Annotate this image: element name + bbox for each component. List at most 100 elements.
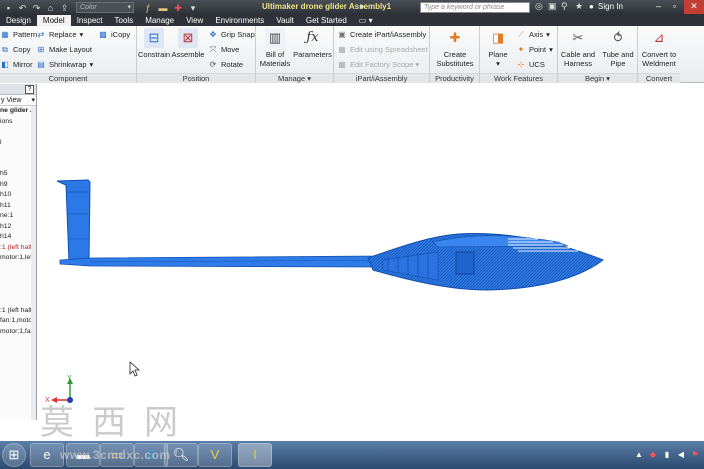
tail-fin[interactable]	[56, 179, 91, 263]
axis-label: Axis	[529, 30, 544, 39]
axis-icon: ⟋	[518, 30, 524, 39]
key-icon[interactable]: ⚲	[561, 1, 568, 12]
create-substitutes-button[interactable]: ✚ Create Substitutes	[433, 26, 477, 68]
appearance-icon[interactable]: ✚	[172, 3, 184, 13]
expand-icon[interactable]: ▸	[360, 1, 365, 12]
pattern-button[interactable]: ▦ Pattern	[0, 29, 37, 40]
bill-of-materials-button[interactable]: ▥ Bill of Materials	[258, 26, 292, 68]
constrain-button[interactable]: ⊟ Constrain	[138, 26, 170, 59]
tab-tools[interactable]: Tools	[109, 15, 140, 26]
panel-ipart: ▣ Create iPart/iAssembly ▦ Edit using Spre…	[334, 26, 430, 83]
chevron-down-icon: ▾	[127, 4, 131, 11]
tray-up-icon[interactable]: ▲	[634, 450, 644, 460]
convert-label-line1: Convert to	[641, 50, 677, 59]
tray-network-icon[interactable]: ▮	[662, 450, 672, 460]
user-icon[interactable]: ●	[589, 2, 597, 12]
cable-harness-button[interactable]: ✂ Cable and Harness	[559, 26, 597, 68]
maximize-icon[interactable]: ▫	[668, 0, 681, 14]
rotate-label: Rotate	[221, 60, 244, 69]
mirror-button[interactable]: ◧ Mirror	[0, 59, 32, 70]
bookmark-icon[interactable]: ▣	[548, 1, 557, 12]
chevron-down-icon: ▾	[31, 97, 35, 104]
tab-vault[interactable]: Vault	[270, 15, 300, 26]
move-button[interactable]: ⤧ Move	[208, 44, 240, 55]
tab-get-started[interactable]: Get Started	[300, 15, 353, 26]
tube-pipe-button[interactable]: ⥀ Tube and Pipe	[599, 26, 637, 68]
ribbon-options-icon[interactable]: ▭ ▾	[359, 15, 373, 26]
copy-button[interactable]: ⧉ Copy	[0, 44, 30, 55]
edit-factory-scope-button[interactable]: ▦ Edit Factory Scope ▾	[337, 59, 419, 70]
point-icon: ✦	[517, 45, 525, 54]
minimize-icon[interactable]: –	[652, 0, 665, 14]
tray-app-icon[interactable]: ◆	[648, 450, 658, 460]
point-button[interactable]: ✦ Point ▾	[516, 44, 553, 55]
panel-title-manage[interactable]: Manage ▾	[256, 73, 333, 83]
create-ipart-label: Create iPart/iAssembly	[350, 30, 427, 39]
home-icon[interactable]: ⌂	[45, 3, 56, 13]
tab-environments[interactable]: Environments	[209, 15, 270, 26]
edit-spreadsheet-button[interactable]: ▦ Edit using Spreadsheet	[337, 44, 427, 55]
shrinkwrap-button[interactable]: ▤ Shrinkwrap ▾	[36, 59, 93, 70]
panel-title-position: Position	[137, 73, 255, 83]
panel-title-begin[interactable]: Begin ▾	[558, 73, 637, 83]
grip-snap-button[interactable]: ✥ Grip Snap	[208, 29, 255, 40]
browser-scrollbar[interactable]	[31, 106, 36, 420]
panel-title-productivity: Productivity	[430, 73, 479, 83]
chevron-down-icon: ▾	[415, 60, 420, 69]
tab-manage[interactable]: Manage	[139, 15, 180, 26]
close-icon[interactable]: ✕	[684, 0, 704, 14]
make-layout-button[interactable]: ⊞ Make Layout	[36, 44, 92, 55]
tray-flag-icon[interactable]: ⚑	[690, 450, 700, 460]
glider-model[interactable]: Y X	[38, 84, 704, 420]
axis-button[interactable]: ⟋ Axis ▾	[516, 29, 550, 40]
graphics-viewport[interactable]: Y X	[38, 84, 704, 420]
tab-view[interactable]: View	[180, 15, 209, 26]
tube-label-line1: Tube and	[602, 50, 634, 59]
new-icon[interactable]: ▪	[3, 3, 14, 13]
search-input[interactable]: Type a keyword or phrase	[420, 2, 530, 13]
star-icon[interactable]: ★	[575, 1, 583, 12]
panel-title-work-features: Work Features	[480, 73, 557, 83]
color-select[interactable]: Color ▾	[76, 2, 134, 13]
chevron-down-icon: ▾	[496, 59, 500, 68]
search-placeholder: Type a keyword or phrase	[424, 4, 505, 11]
help-icon[interactable]: ?	[25, 85, 34, 94]
fx-icon[interactable]: ƒ	[142, 3, 154, 13]
taskbar-ie-icon[interactable]: e	[30, 443, 64, 467]
create-ipart-button[interactable]: ▣ Create iPart/iAssembly	[337, 29, 426, 40]
undo-icon[interactable]: ↶	[17, 3, 28, 13]
update-icon[interactable]: ▾	[187, 3, 199, 13]
return-icon[interactable]: ⇪	[59, 3, 70, 13]
move-icon: ⤧	[209, 45, 217, 54]
replace-button[interactable]: ⇄ Replace ▾	[36, 29, 84, 40]
tab-inspect[interactable]: Inspect	[71, 15, 109, 26]
material-icon[interactable]: ▬	[157, 3, 169, 13]
panel-title-ipart: iPart/iAssembly	[334, 73, 429, 83]
watermark-char: 西	[92, 403, 126, 443]
ipart-icon: ▣	[338, 30, 346, 39]
taskbar-inventor-icon[interactable]: I	[238, 443, 272, 467]
fuselage[interactable]	[367, 233, 605, 291]
cable-label-line1: Cable and	[560, 50, 596, 59]
icopy-button[interactable]: ▩ iCopy	[98, 29, 130, 40]
tab-design[interactable]: Design	[0, 15, 37, 26]
begin-title-label: Begin	[584, 74, 605, 83]
assemble-button[interactable]: ⊠ Assemble	[171, 26, 205, 59]
rotate-icon: ⟳	[209, 60, 217, 69]
assemble-label: Assemble	[171, 50, 205, 59]
parameters-button[interactable]: ƒx Parameters	[293, 26, 332, 59]
browser-view-select[interactable]: y View ▾	[0, 95, 36, 106]
ucs-button[interactable]: ⊹ UCS	[516, 59, 545, 70]
taskbar-vault-icon[interactable]: V	[198, 443, 232, 467]
rotate-button[interactable]: ⟳ Rotate	[208, 59, 243, 70]
sign-in-link[interactable]: Sign In	[598, 2, 623, 11]
plane-button[interactable]: ◨ Plane ▾	[483, 26, 513, 68]
redo-icon[interactable]: ↷	[31, 3, 42, 13]
start-button[interactable]: ⊞	[2, 443, 26, 467]
tab-model[interactable]: Model	[36, 15, 71, 26]
cable-label-line2: Harness	[564, 59, 592, 68]
tray-volume-icon[interactable]: ◀	[676, 450, 686, 460]
convert-weldment-button[interactable]: ⊿ Convert to Weldment	[638, 26, 680, 68]
grip-snap-icon: ✥	[209, 30, 217, 39]
binoculars-icon[interactable]: ◎	[535, 1, 543, 12]
